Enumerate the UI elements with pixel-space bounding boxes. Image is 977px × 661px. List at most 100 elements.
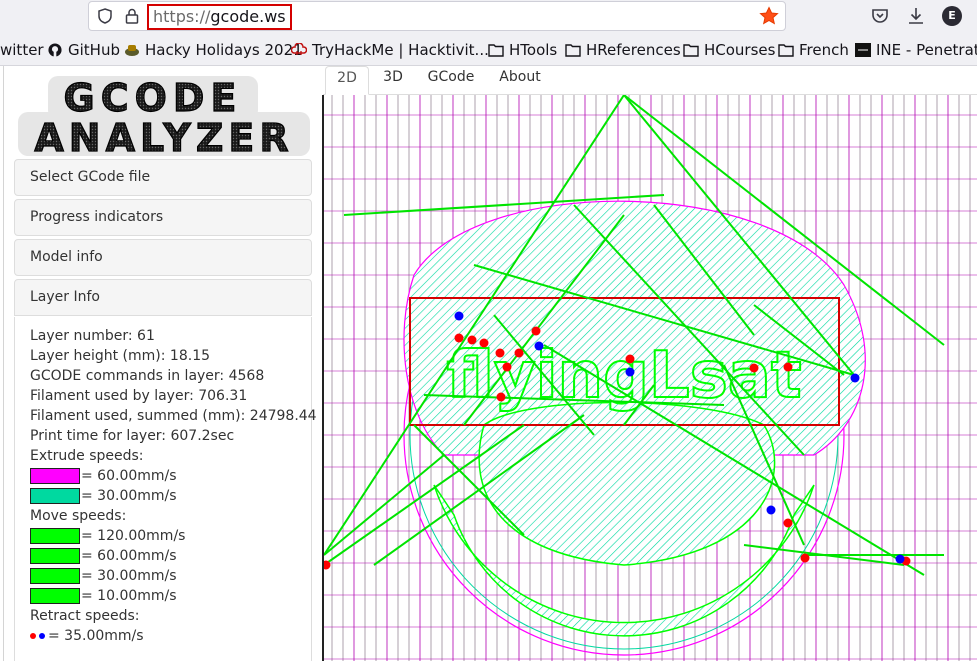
url-host: gcode.ws [210,7,286,26]
retract-red-marker [625,354,635,364]
github-icon [48,43,62,57]
retract-red-marker [467,335,477,345]
retract-red-marker [531,326,541,336]
retract-red-dot [30,633,36,639]
bookmark-label: INE - Penetration [876,41,977,59]
retract-red-marker [502,362,512,372]
move-speed-row: = 30.00mm/s [30,566,177,586]
layer-info-panel-body: Layer number: 61 Layer height (mm): 18.1… [14,317,317,661]
ine-icon [855,43,871,57]
bookmark-french[interactable]: French [778,41,849,59]
extrude-speeds-title: Extrude speeds: [30,448,144,464]
folder-icon [488,44,504,57]
model-info-panel-header[interactable]: Model info [14,239,312,276]
retract-red-marker [783,362,793,372]
move-speed-label: = 10.00mm/s [81,588,177,604]
layer-render: flyingLsat [324,95,977,661]
account-avatar[interactable]: E [942,6,962,26]
bookmark-hcourses[interactable]: HCourses [683,41,775,59]
bookmarks-toolbar: witter GitHub Hacky Holidays 2021 TryHac… [0,34,977,66]
tab-gcode[interactable]: GCode [419,66,483,95]
extrude-60-swatch [30,468,80,484]
move-120-swatch [30,528,80,544]
move-speed-label: = 30.00mm/s [81,568,177,584]
folder-icon [683,44,699,57]
center-disc-infill [478,401,776,566]
gcode-commands-count: GCODE commands in layer: 4568 [30,368,265,384]
filament-used-summed: Filament used, summed (mm): 24798.44 [30,408,317,424]
lock-icon[interactable] [125,8,139,24]
bookmark-label: HReferences [586,41,681,59]
extrude-30-swatch [30,488,80,504]
retract-red-marker [514,348,524,358]
address-bar[interactable]: https://gcode.ws [88,1,786,31]
retract-red-marker [495,348,505,358]
bookmark-ine[interactable]: INE - Penetration [855,41,977,59]
move-speed-label: = 60.00mm/s [81,548,177,564]
bookmark-label: Hacky Holidays 2021 [145,41,303,59]
extrude-speed-row: = 60.00mm/s [30,466,177,486]
bookmark-hacky-holidays[interactable]: Hacky Holidays 2021 [124,41,303,59]
select-gcode-panel-header[interactable]: Select GCode file [14,159,312,196]
move-speed-row: = 60.00mm/s [30,546,177,566]
travel-move-line [324,454,445,556]
tracking-protection-shield-icon[interactable] [98,8,112,24]
retract-speed-label: = 35.00mm/s [48,628,144,644]
folder-icon [778,44,794,57]
bookmark-github[interactable]: GitHub [47,41,120,59]
bookmark-hreferences[interactable]: HReferences [565,41,681,59]
extrude-speed-label: = 60.00mm/s [81,468,177,484]
folder-icon [565,44,581,57]
move-30-swatch [30,568,80,584]
extrude-speed-label: = 30.00mm/s [81,488,177,504]
browser-toolbar: https://gcode.ws E [0,0,977,34]
move-10-swatch [30,588,80,604]
bookmark-label: HCourses [704,41,776,59]
gcode-2d-canvas[interactable]: flyingLsat [322,95,977,661]
move-60-swatch [30,548,80,564]
pocket-icon[interactable] [870,6,890,26]
retract-red-marker [749,363,759,373]
bookmark-tryhackme[interactable]: TryHackMe | Hacktivit... [291,41,489,59]
filament-used-layer: Filament used by layer: 706.31 [30,388,248,404]
extrude-speed-row: = 30.00mm/s [30,486,177,506]
bookmark-htools[interactable]: HTools [488,41,557,59]
bookmark-star-icon[interactable] [759,6,779,26]
bookmark-label: HTools [509,41,558,59]
sidebar-divider [3,66,4,661]
gcode-analyzer-logo: GCODE ANALYZER [18,75,310,158]
bookmark-twitter[interactable]: witter [0,41,44,59]
print-time-layer: Print time for layer: 607.2sec [30,428,235,444]
retract-blue-marker [454,311,464,321]
layer-number: Layer number: 61 [30,328,155,344]
retract-blue-dot [39,633,45,639]
logo-line1: GCODE [64,76,243,120]
downloads-icon[interactable] [906,6,926,26]
progress-indicators-panel-header[interactable]: Progress indicators [14,199,312,236]
retract-speeds-title: Retract speeds: [30,608,140,624]
bookmark-label: TryHackMe | Hacktivit... [312,41,489,59]
retract-blue-marker [850,373,860,383]
retract-red-marker [800,553,810,563]
tab-2d[interactable]: 2D [325,66,369,95]
tab-about[interactable]: About [489,66,551,95]
retract-blue-marker [895,554,905,564]
bookmark-label: GitHub [68,41,120,59]
view-tabs: 2D 3D GCode About [323,66,977,95]
url-text[interactable]: https://gcode.ws [147,4,292,30]
tab-3d[interactable]: 3D [373,66,413,95]
retract-red-marker [496,392,506,402]
retract-red-marker [479,338,489,348]
bookmark-label: witter [0,41,44,59]
move-speed-row: = 120.00mm/s [30,526,185,546]
tryhackme-icon [291,43,307,55]
retract-speed-row: = 35.00mm/s [30,626,144,646]
layer-info-panel-header[interactable]: Layer Info [14,279,312,316]
url-scheme: https:// [153,7,211,26]
move-speed-label: = 120.00mm/s [81,528,186,544]
logo-line2: ANALYZER [34,116,293,158]
move-speeds-title: Move speeds: [30,508,127,524]
retract-blue-marker [766,505,776,515]
hacky-holidays-icon [125,45,139,56]
move-speed-row: = 10.00mm/s [30,586,177,606]
